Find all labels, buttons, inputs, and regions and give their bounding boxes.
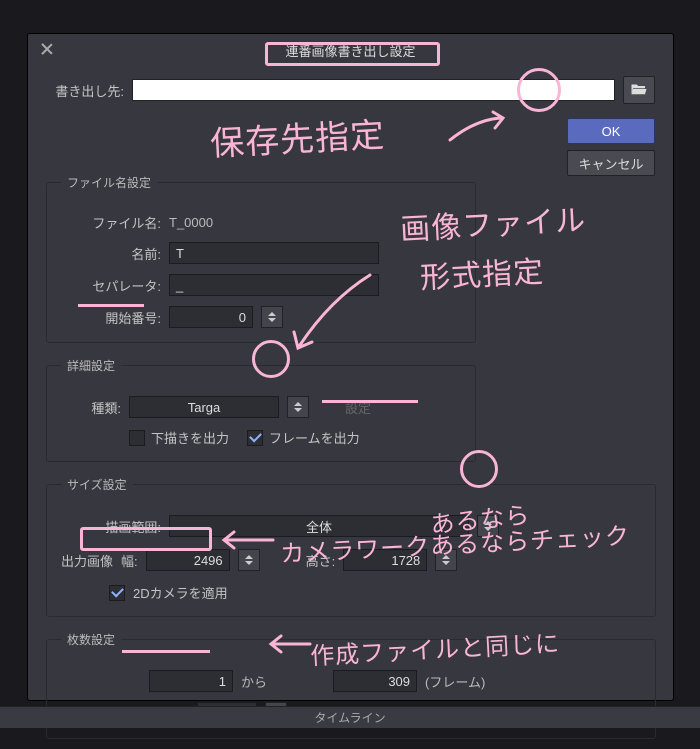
filename-fieldset: ファイル名設定 ファイル名: T_0000 名前: T セパレータ: _ 開始番…	[46, 174, 476, 343]
export-path-input[interactable]	[132, 79, 615, 101]
start-number-input[interactable]: 0	[169, 306, 253, 328]
width-input[interactable]: 2496	[146, 549, 230, 571]
export-to-label: 書き出し先:	[46, 81, 124, 100]
height-input[interactable]: 1728	[343, 549, 427, 571]
range-stepper[interactable]	[477, 515, 499, 537]
range-label: 描画範囲:	[61, 517, 161, 536]
frame-unit-label: (フレーム)	[425, 672, 485, 691]
start-number-label: 開始番号:	[61, 308, 161, 327]
export-settings-dialog: 連番画像書き出し設定 書き出し先: OK キャンセル ファイル名設定 ファイル名…	[27, 33, 674, 701]
filename-legend: ファイル名設定	[61, 174, 157, 191]
close-icon[interactable]	[40, 42, 54, 56]
browse-folder-button[interactable]	[623, 76, 655, 104]
width-label: 幅:	[121, 551, 138, 570]
filename-value: T_0000	[169, 215, 213, 230]
timeline-label: タイムライン	[314, 709, 385, 726]
start-number-stepper[interactable]	[261, 306, 283, 328]
height-stepper[interactable]	[435, 549, 457, 571]
titlebar: 連番画像書き出し設定	[28, 34, 673, 66]
from-input[interactable]: 1	[149, 670, 233, 692]
separator-input[interactable]: _	[169, 274, 379, 296]
height-label: 高さ:	[306, 551, 336, 570]
type-stepper[interactable]	[287, 396, 309, 418]
dialog-title: 連番画像書き出し設定	[281, 39, 419, 62]
cancel-button[interactable]: キャンセル	[567, 150, 655, 176]
width-stepper[interactable]	[238, 549, 260, 571]
export-draft-checkbox[interactable]	[129, 430, 145, 446]
count-legend: 枚数設定	[61, 631, 121, 648]
size-legend: サイズ設定	[61, 476, 133, 493]
ok-button[interactable]: OK	[567, 118, 655, 144]
advanced-fieldset: 詳細設定 種類: Targa 設定 下描きを出力 フレームを出力	[46, 357, 476, 462]
export-frame-label: フレームを出力	[269, 428, 360, 447]
type-combo[interactable]: Targa	[129, 396, 279, 418]
separator-label: セパレータ:	[61, 276, 161, 295]
export-frame-checkbox[interactable]	[247, 430, 263, 446]
export-draft-label: 下描きを出力	[151, 428, 229, 447]
type-label: 種類:	[61, 398, 121, 417]
filename-label: ファイル名:	[61, 213, 161, 232]
output-image-label: 出力画像	[61, 551, 113, 570]
name-input[interactable]: T	[169, 242, 379, 264]
advanced-legend: 詳細設定	[61, 357, 121, 374]
apply-2d-camera-checkbox[interactable]	[109, 585, 125, 601]
type-settings-button[interactable]: 設定	[345, 398, 371, 417]
apply-2d-camera-label: 2Dカメラを適用	[133, 583, 228, 602]
name-label: 名前:	[61, 244, 161, 263]
folder-open-icon	[630, 82, 648, 99]
size-fieldset: サイズ設定 描画範囲: 全体 出力画像 幅: 2496 高さ: 1728 2Dカ…	[46, 476, 656, 617]
from-label: から	[241, 672, 267, 691]
timeline-footer: タイムライン	[0, 706, 700, 728]
to-input[interactable]: 309	[333, 670, 417, 692]
range-combo[interactable]: 全体	[169, 515, 469, 537]
